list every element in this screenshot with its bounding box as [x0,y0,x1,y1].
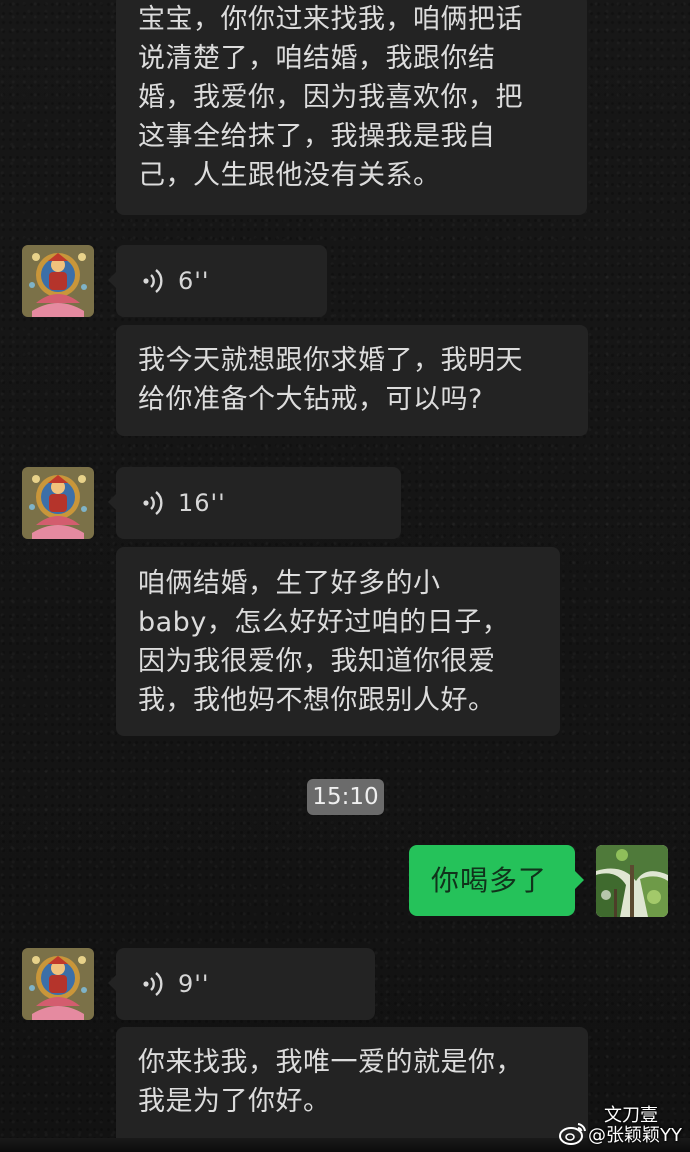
contact-avatar[interactable] [22,948,94,1020]
message-timestamp: 15:10 [307,779,384,815]
voice-message-1[interactable]: 6'' [108,245,327,317]
message-line: 己，人生跟他没有关系。 [138,160,441,191]
message-bubble-4[interactable]: 你来找我，我唯一爱的就是你， 我是为了你好。 [116,1027,588,1147]
message-line: 咱俩结婚，生了好多的小 [138,568,441,599]
message-line: 这事全给抹了，我操我是我自 [138,121,496,152]
weibo-watermark: 文刀壹 @张颖颖YY [559,1105,682,1146]
voice-message-3[interactable]: 9'' [108,948,375,1020]
my-message-bubble[interactable]: 你喝多了 [409,845,584,916]
thangka-avatar-image [22,948,94,1020]
message-line: 我今天就想跟你求婚了，我明天 [138,345,523,376]
voice-wave-icon [143,491,163,515]
voice-duration: 9'' [178,970,210,998]
watermark-name: 文刀壹 [604,1105,658,1126]
thangka-avatar-image [22,245,94,317]
voice-duration: 16'' [178,489,226,517]
contact-avatar[interactable] [22,467,94,539]
message-bubble-1[interactable]: 宝宝，你你过来找我，咱俩把话 说清楚了，咱结婚，我跟你结 婚，我爱你，因为我喜欢… [116,0,587,215]
message-line: 婚，我爱你，因为我喜欢你，把 [138,82,523,113]
message-line: 给你准备个大钻戒，可以吗? [138,384,483,415]
my-avatar[interactable] [596,845,668,917]
thangka-avatar-image [22,467,94,539]
message-line: 我，我他妈不想你跟别人好。 [138,685,496,716]
voice-wave-icon [143,269,163,293]
voice-duration: 6'' [178,267,210,295]
voice-message-2[interactable]: 16'' [108,467,401,539]
tree-photo-avatar-image [596,845,668,917]
message-line: 我是为了你好。 [138,1086,331,1117]
voice-wave-icon [143,972,163,996]
message-line: 说清楚了，咱结婚，我跟你结 [138,43,496,74]
message-bubble-3[interactable]: 咱俩结婚，生了好多的小 baby，怎么好好过咱的日子， 因为我很爱你，我知道你很… [116,547,560,736]
contact-avatar[interactable] [22,245,94,317]
message-bubble-2[interactable]: 我今天就想跟你求婚了，我明天 给你准备个大钻戒，可以吗? [116,325,588,436]
watermark-handle: @张颖颖YY [588,1125,682,1146]
weibo-logo-icon [559,1123,586,1145]
message-line: 因为我很爱你，我知道你很爱 [138,646,496,677]
message-line: 宝宝，你你过来找我，咱俩把话 [138,4,523,35]
message-line: 你来找我，我唯一爱的就是你， [138,1047,523,1078]
message-line: baby，怎么好好过咱的日子， [138,607,510,638]
